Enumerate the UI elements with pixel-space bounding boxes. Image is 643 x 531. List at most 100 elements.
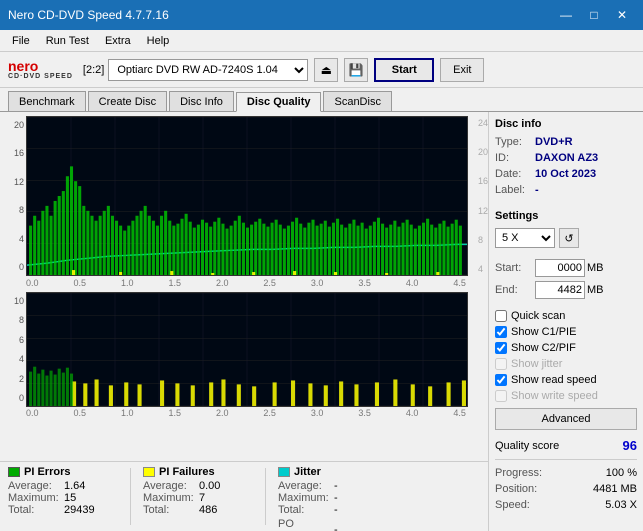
y-right-0: 24 [478,118,488,128]
drive-combo[interactable]: Optiarc DVD RW AD-7240S 1.04 [108,59,308,81]
tab-benchmark[interactable]: Benchmark [8,91,86,111]
menu-help[interactable]: Help [139,33,178,49]
end-value: 4482 [535,281,585,299]
app-logo: nero CD·DVD SPEED [8,59,73,80]
x1-1: 0.5 [73,278,86,288]
x1-8: 4.0 [406,278,419,288]
show-write-speed-checkbox[interactable] [495,390,507,402]
progress-value: 100 % [606,467,637,479]
jitter-avg-value: - [334,480,338,492]
label-label: Label: [495,184,531,196]
jitter-color [278,467,290,477]
show-read-speed-label: Show read speed [511,374,597,386]
show-jitter-row: Show jitter [495,358,637,370]
title-bar: Nero CD-DVD Speed 4.7.7.16 — □ ✕ [0,0,643,30]
tab-scan-disc[interactable]: ScanDisc [323,91,391,111]
bottom-legend: PI Errors Average: 1.64 Maximum: 15 Tota… [0,461,488,531]
start-value: 0000 [535,259,585,277]
progress-row: Progress: 100 % [495,467,637,479]
start-button[interactable]: Start [374,58,434,82]
tab-disc-info[interactable]: Disc Info [169,91,234,111]
jitter-max-label: Maximum: [278,492,330,504]
pif-total-label: Total: [143,504,195,516]
quick-scan-row: Quick scan [495,310,637,322]
menu-extra[interactable]: Extra [97,33,139,49]
y2-left-0: 10 [4,296,24,306]
show-c1-pie-checkbox[interactable] [495,326,507,338]
jitter-total-label: Total: [278,504,330,516]
minimize-button[interactable]: — [553,5,579,25]
logo-sub: CD·DVD SPEED [8,73,73,80]
show-write-speed-row: Show write speed [495,390,637,402]
jitter-title: Jitter [294,466,321,478]
save-button[interactable]: 💾 [344,58,368,82]
position-label: Position: [495,483,547,495]
speed-combo[interactable]: 5 X [495,228,555,248]
y-right-1: 20 [478,147,488,157]
x1-0: 0.0 [26,278,39,288]
right-panel: Disc info Type: DVD+R ID: DAXON AZ3 Date… [488,112,643,531]
pi-total-value: 29439 [64,504,95,516]
close-button[interactable]: ✕ [609,5,635,25]
x2-3: 1.5 [168,408,181,418]
id-label: ID: [495,152,531,164]
x2-2: 1.0 [121,408,134,418]
start-unit: MB [587,262,604,274]
y-right-3: 12 [478,206,488,216]
tab-disc-quality[interactable]: Disc Quality [236,92,322,112]
show-write-speed-label: Show write speed [511,390,598,402]
pi-max-label: Maximum: [8,492,60,504]
y2-left-2: 6 [4,335,24,345]
progress-label: Progress: [495,467,547,479]
y-left-4: 4 [4,234,24,244]
menu-file[interactable]: File [4,33,38,49]
tab-create-disc[interactable]: Create Disc [88,91,167,111]
y-left-1: 16 [4,148,24,158]
y-right-5: 4 [478,264,488,274]
tab-bar: Benchmark Create Disc Disc Info Disc Qua… [0,88,643,112]
window-controls: — □ ✕ [553,5,635,25]
show-c2-pif-row: Show C2/PIF [495,342,637,354]
x1-3: 1.5 [168,278,181,288]
menu-run-test[interactable]: Run Test [38,33,97,49]
position-row: Position: 4481 MB [495,483,637,495]
x1-9: 4.5 [453,278,466,288]
pi-avg-value: 1.64 [64,480,85,492]
main-content: 20 16 12 8 4 0 [0,112,643,531]
po-value: - [334,524,338,531]
show-read-speed-checkbox[interactable] [495,374,507,386]
pi-errors-title: PI Errors [24,466,70,478]
start-label: Start: [495,262,533,274]
y2-left-3: 4 [4,354,24,364]
label-value: - [535,184,539,196]
x1-4: 2.0 [216,278,229,288]
exit-button[interactable]: Exit [440,58,484,82]
pif-avg-value: 0.00 [199,480,220,492]
menu-bar: File Run Test Extra Help [0,30,643,52]
y2-left-1: 8 [4,315,24,325]
show-read-speed-row: Show read speed [495,374,637,386]
type-value: DVD+R [535,136,573,148]
quality-score-row: Quality score 96 [495,438,637,453]
x2-5: 2.5 [263,408,276,418]
speed-label: Speed: [495,499,547,511]
maximize-button[interactable]: □ [581,5,607,25]
drive-selector: [2:2] Optiarc DVD RW AD-7240S 1.04 [83,59,308,81]
x2-1: 0.5 [73,408,86,418]
jitter-total-value: - [334,504,338,516]
logo-nero: nero [8,59,38,73]
show-jitter-checkbox[interactable] [495,358,507,370]
pi-total-label: Total: [8,504,60,516]
quick-scan-checkbox[interactable] [495,310,507,322]
advanced-button[interactable]: Advanced [495,408,637,430]
x2-9: 4.5 [453,408,466,418]
eject-button[interactable]: ⏏ [314,58,338,82]
quality-value: 96 [623,438,637,453]
settings-title: Settings [495,210,637,222]
y-right-4: 8 [478,235,488,245]
pi-failures-color [143,467,155,477]
x1-6: 3.0 [311,278,324,288]
show-c2-pif-checkbox[interactable] [495,342,507,354]
y2-left-4: 2 [4,374,24,384]
refresh-button[interactable]: ↺ [559,228,579,248]
